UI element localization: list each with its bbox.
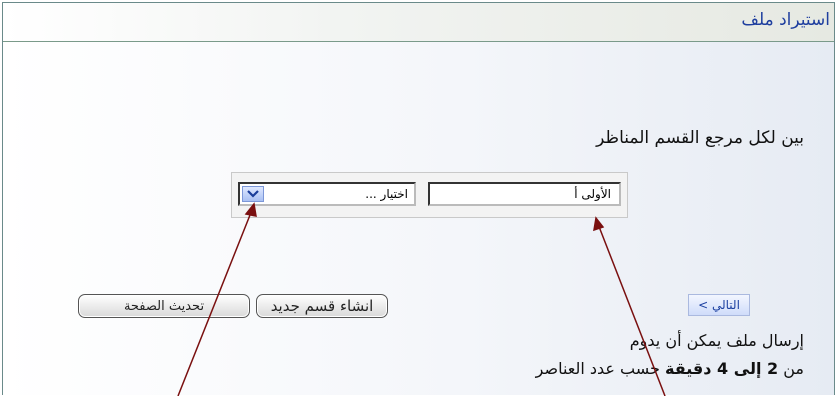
arrow-to-select — [177, 209, 253, 396]
arrow-head-select — [244, 202, 257, 217]
arrow-head-field — [593, 216, 605, 232]
annotation-arrows — [177, 202, 666, 396]
arrow-to-field — [597, 223, 666, 396]
